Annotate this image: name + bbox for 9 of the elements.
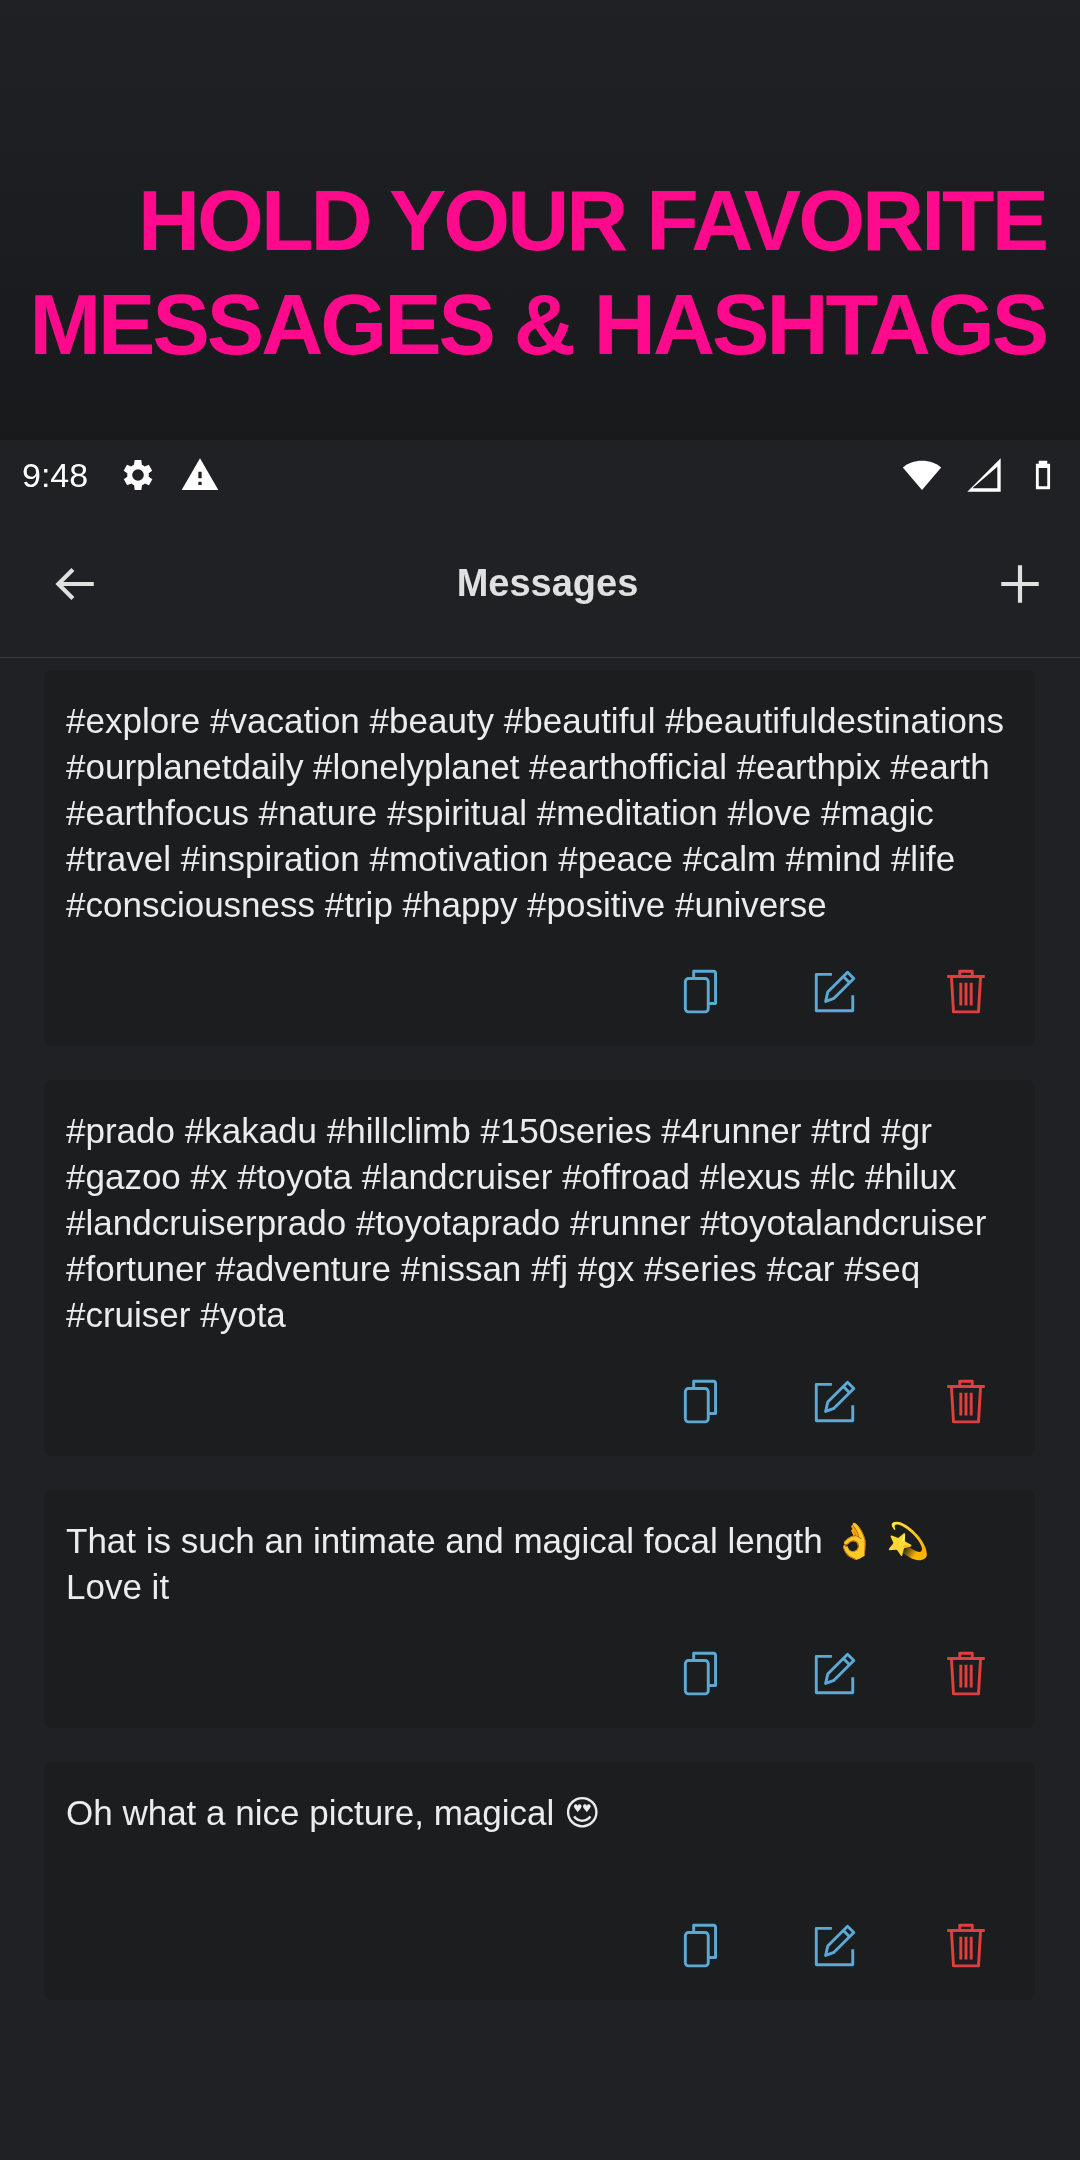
headline: HOLD YOUR FAVORITE (138, 171, 1046, 270)
signal-icon (964, 455, 1004, 495)
status-time: 9:48 (22, 455, 89, 495)
message-text: #explore #vacation #beauty #beautiful #beautifuldestinations #ourplanetdaily #lonelyplanet #earthofficial #earthpix #earth #earthfocus #nature #spiritual #meditation #love #magic #travel #inspiration #motivation #peace #calm #mind #life #consciousness #trip #happy #positive #universe (66, 700, 1005, 926)
message-text: Oh what a nice picture, magical 😍 (66, 1792, 602, 1834)
message-text: That is such an intimate and magical focal length 👌 💫 Love it (66, 1520, 932, 1608)
toolbar-title: Messages (456, 562, 639, 605)
headline: MESSAGES & HASHTAGS (29, 275, 1046, 374)
message-text: #prado #kakadu #hillclimb #150series #4runner #trd #gr #gazoo #x #toyota #landcruiser #offroad #lexus #lc #hilux #landcruiserprado #toyotaprado #runner #toyotalandcruiser #fortuner #adventure #nissan #fj #gx #series #car #seq #cruiser #yota (66, 1110, 988, 1336)
